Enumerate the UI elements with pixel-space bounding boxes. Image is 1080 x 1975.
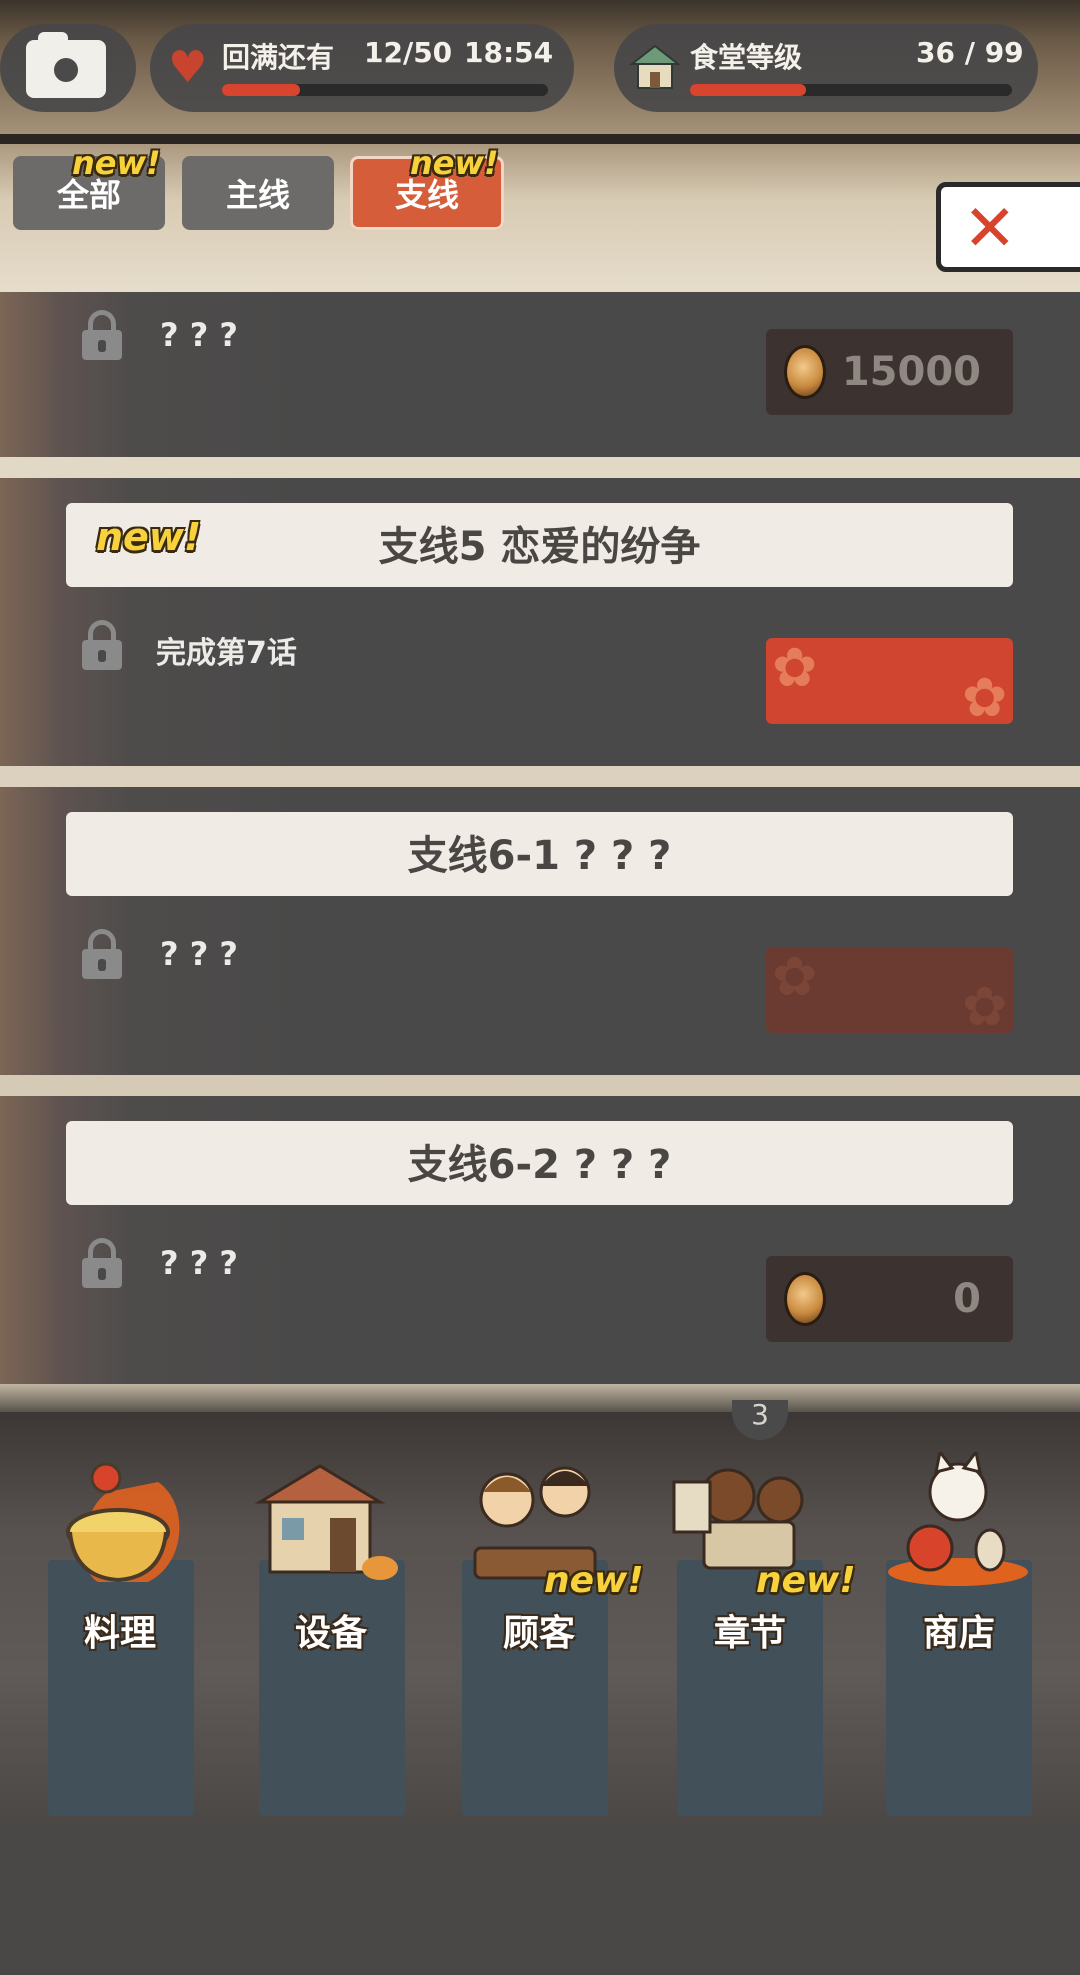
stamina-label: 回满还有	[222, 41, 335, 74]
stamina-timer: 18:54	[464, 36, 554, 69]
stamina-value: 12/50	[364, 36, 453, 69]
lock-icon	[82, 929, 122, 979]
quest-requirement: ? ? ?	[160, 1244, 238, 1282]
canteen-level-value: 36 / 99	[916, 36, 1024, 69]
cooking-pot-icon	[66, 1462, 180, 1583]
quest-row: 支线6-2 ? ? ? ? ? ? 0	[0, 1096, 1080, 1384]
nav-shop-button[interactable]	[886, 1560, 1032, 1816]
nav-chapters-label: 章节	[713, 1613, 786, 1654]
quest-row: 支线6-1 ? ? ? ? ? ? ✿ ✿	[0, 787, 1080, 1075]
coin-icon	[784, 1272, 826, 1326]
unlock-cost-value: 15000	[841, 349, 981, 395]
flower-pattern-icon: ✿	[772, 947, 818, 1008]
quest-row: 支线5 恋爱的纷争 new! 完成第7话 ✿ ✿	[0, 478, 1080, 766]
nav-equipment-label: 设备	[294, 1613, 367, 1654]
nav-equipment-button[interactable]	[259, 1560, 405, 1816]
tab-main[interactable]: 主线	[182, 156, 334, 230]
unlock-cost-value: 0	[953, 1276, 981, 1322]
quest-row: ? ? ? 15000	[0, 292, 1080, 457]
coin-icon	[784, 345, 826, 399]
camera-icon	[26, 32, 106, 98]
canteen-level-bar	[690, 84, 1012, 96]
tab-main-label: 主线	[225, 176, 290, 214]
stamina-bar	[222, 84, 548, 96]
quest-title: 支线6-2 ? ? ?	[66, 1121, 1013, 1205]
heart-icon: ♥	[168, 42, 208, 93]
flower-pattern-icon: ✿	[962, 666, 1008, 725]
nav-chapters-new-badge: new!	[756, 1560, 856, 1601]
tab-all-new-badge: new!	[72, 144, 161, 182]
canteen-level-bar-fill	[690, 84, 806, 96]
nav-customers-new-badge: new!	[544, 1560, 644, 1601]
frame-divider	[0, 134, 1080, 144]
screenshot-button[interactable]	[0, 24, 136, 112]
flower-pattern-icon: ✿	[962, 975, 1008, 1034]
tab-side-new-badge: new!	[410, 144, 499, 182]
house-icon	[629, 44, 681, 89]
quest-title-text: 支线6-2 ? ? ?	[407, 1142, 672, 1188]
quest-title-text: 支线6-1 ? ? ?	[407, 833, 672, 879]
status-bar: ♥ 回满还有 12/50 18:54 食堂等级 36 / 99	[0, 0, 1080, 140]
quest-title: 支线6-1 ? ? ?	[66, 812, 1013, 896]
unlock-button[interactable]: ✿ ✿	[766, 638, 1013, 724]
lock-icon	[82, 1238, 122, 1288]
quest-title: 支线5 恋爱的纷争	[66, 503, 1013, 587]
canteen-level-label: 食堂等级	[690, 41, 803, 74]
quest-new-badge: new!	[96, 515, 202, 559]
canteen-level-panel: 食堂等级 36 / 99	[614, 24, 1038, 112]
stamina-panel: ♥ 回满还有 12/50 18:54	[150, 24, 574, 112]
nav-shop-label: 商店	[922, 1613, 995, 1654]
stamina-bar-fill	[222, 84, 301, 96]
lucky-cat-icon	[888, 1452, 1028, 1586]
lock-icon	[82, 620, 122, 670]
quest-requirement: ? ? ?	[160, 935, 238, 973]
restaurant-building-icon	[254, 1464, 398, 1580]
bottom-empty-area	[0, 1828, 1080, 1975]
unlock-cost-button[interactable]: 0	[766, 1256, 1013, 1342]
nav-cooking-label: 料理	[83, 1613, 156, 1654]
unlock-button-disabled[interactable]: ✿ ✿	[766, 947, 1013, 1033]
quest-requirement: 完成第7话	[156, 636, 297, 671]
quest-title-text: 支线5 恋爱的纷争	[378, 524, 701, 570]
nav-cooking-button[interactable]	[48, 1560, 194, 1816]
close-button[interactable]: ✕	[936, 182, 1080, 272]
lock-icon	[82, 310, 122, 360]
quest-requirement: ? ? ?	[160, 316, 238, 354]
close-icon: ✕	[963, 192, 1017, 266]
unlock-cost-button[interactable]: 15000	[766, 329, 1013, 415]
flower-pattern-icon: ✿	[772, 638, 818, 699]
nav-customers-label: 顾客	[502, 1613, 575, 1654]
